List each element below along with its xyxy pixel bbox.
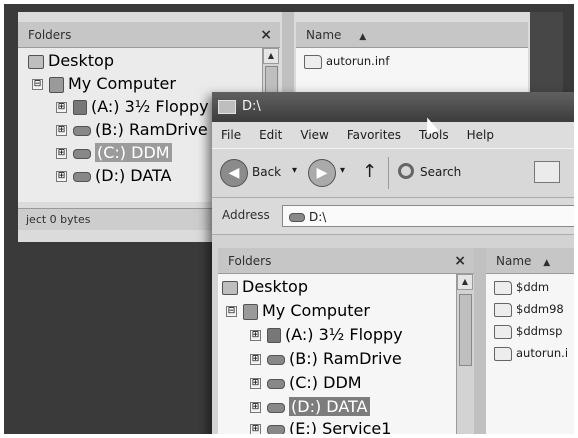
scroll-up-icon[interactable]: ▲ bbox=[263, 48, 279, 64]
expand-icon[interactable]: ⊞ bbox=[250, 378, 261, 389]
hard-drive-icon bbox=[267, 424, 285, 435]
expand-icon[interactable]: ⊞ bbox=[56, 125, 67, 136]
expand-icon[interactable]: ⊞ bbox=[250, 354, 261, 365]
folders-pane-header: Folders × bbox=[18, 22, 280, 48]
tree-item-d-drive[interactable]: ⊞ (D:) DATA bbox=[56, 167, 172, 185]
expand-icon[interactable]: ⊞ bbox=[56, 148, 67, 159]
folders-pane-title: Folders bbox=[228, 254, 272, 268]
menu-file[interactable]: File bbox=[212, 122, 250, 148]
selected-item-label: (D:) DATA bbox=[289, 397, 370, 416]
folder-icon bbox=[494, 302, 512, 317]
folders-scrollbar[interactable]: ▲ bbox=[456, 274, 473, 438]
menu-bar: File Edit View Favorites Tools Help bbox=[212, 122, 578, 148]
address-input[interactable]: D:\ bbox=[282, 205, 578, 227]
folders-pane-title: Folders bbox=[28, 28, 72, 42]
foreground-explorer-window: D:\ File Edit View Favorites Tools Help ◀ Bac… bbox=[212, 92, 578, 438]
window-title: D:\ bbox=[242, 99, 261, 114]
toolbar: ◀ Back ▾ ▶ ▾ ↑ Search bbox=[212, 148, 578, 198]
tree-item-desktop[interactable]: Desktop bbox=[222, 278, 308, 296]
tree-item-my-computer[interactable]: ⊟ My Computer bbox=[32, 75, 176, 93]
up-folder-icon[interactable]: ↑ bbox=[362, 161, 377, 182]
tree-item-c-drive[interactable]: ⊞ (C:) DDM bbox=[250, 374, 362, 392]
forward-dropdown-icon[interactable]: ▾ bbox=[340, 165, 345, 176]
name-column-label: Name bbox=[496, 254, 532, 268]
file-item-ddm98[interactable]: $ddm98 bbox=[494, 300, 564, 318]
file-list: $ddm $ddm98 $ddmsp autorun.i bbox=[486, 274, 578, 438]
file-icon bbox=[494, 346, 512, 361]
address-bar: Address D:\ bbox=[212, 198, 578, 235]
tree-item-e-drive[interactable]: ⊞ (E:) Service1 bbox=[250, 420, 391, 438]
hard-drive-icon bbox=[267, 402, 285, 413]
tree-item-d-drive[interactable]: ⊞ (D:) DATA bbox=[250, 397, 370, 416]
tree-item-ramdrive[interactable]: ⊞ (B:) RamDrive bbox=[250, 350, 402, 368]
folder-icon bbox=[494, 324, 512, 339]
file-item-ddmsp[interactable]: $ddmsp bbox=[494, 322, 562, 340]
hard-drive-icon bbox=[73, 125, 91, 136]
name-column-label: Name bbox=[306, 28, 342, 42]
tree-item-c-drive[interactable]: ⊞ (C:) DDM bbox=[56, 143, 172, 162]
pane-splitter[interactable] bbox=[474, 248, 486, 438]
folders-tree: Desktop ⊟ My Computer ⊞ (A:) 3½ Floppy ⊞ (B… bbox=[218, 274, 456, 438]
expand-icon[interactable]: ⊞ bbox=[250, 424, 261, 435]
desktop-icon bbox=[222, 280, 238, 295]
file-item-autorun[interactable]: autorun.inf bbox=[304, 52, 389, 70]
file-icon bbox=[304, 54, 322, 69]
file-item-ddm[interactable]: $ddm bbox=[494, 278, 549, 296]
tree-item-desktop[interactable]: Desktop bbox=[28, 52, 114, 70]
back-dropdown-icon[interactable]: ▾ bbox=[292, 165, 297, 176]
menu-favorites[interactable]: Favorites bbox=[338, 122, 410, 148]
status-text: ject 0 bytes bbox=[26, 213, 91, 226]
folders-pane-header: Folders × bbox=[218, 248, 474, 274]
back-icon[interactable]: ◀ bbox=[220, 159, 248, 187]
search-button-label[interactable]: Search bbox=[420, 165, 461, 179]
toolbar-separator bbox=[388, 157, 389, 189]
folders-pane-close-button[interactable]: × bbox=[260, 22, 272, 48]
search-icon[interactable] bbox=[398, 163, 414, 179]
hard-drive-icon bbox=[73, 171, 91, 182]
computer-icon bbox=[243, 303, 258, 320]
floppy-drive-icon bbox=[267, 328, 281, 343]
hard-drive-icon bbox=[267, 354, 285, 365]
hard-drive-icon bbox=[289, 213, 305, 222]
menu-help[interactable]: Help bbox=[458, 122, 503, 148]
title-bar[interactable]: D:\ bbox=[212, 92, 578, 122]
collapse-icon[interactable]: ⊟ bbox=[226, 306, 237, 317]
expand-icon[interactable]: ⊞ bbox=[56, 102, 67, 113]
folders-toggle-icon[interactable] bbox=[534, 161, 560, 183]
file-item-autorun[interactable]: autorun.i bbox=[494, 344, 568, 362]
forward-icon[interactable]: ▶ bbox=[308, 159, 336, 187]
folders-pane-close-button[interactable]: × bbox=[454, 248, 466, 274]
tree-item-floppy[interactable]: ⊞ (A:) 3½ Floppy bbox=[56, 98, 209, 116]
tree-item-my-computer[interactable]: ⊟ My Computer bbox=[226, 302, 370, 320]
menu-edit[interactable]: Edit bbox=[250, 122, 291, 148]
tree-item-ramdrive[interactable]: ⊞ (B:) RamDrive bbox=[56, 121, 208, 139]
expand-icon[interactable]: ⊞ bbox=[56, 171, 67, 182]
collapse-icon[interactable]: ⊟ bbox=[32, 79, 43, 90]
desktop-icon bbox=[28, 54, 44, 69]
back-button-label[interactable]: Back bbox=[252, 165, 281, 179]
sort-icon: ▲ bbox=[543, 258, 551, 268]
files-column-header[interactable]: Name ▲ bbox=[296, 22, 528, 48]
hard-drive-icon bbox=[267, 378, 285, 389]
computer-icon bbox=[49, 76, 64, 93]
tree-item-floppy[interactable]: ⊞ (A:) 3½ Floppy bbox=[250, 326, 403, 344]
expand-icon[interactable]: ⊞ bbox=[250, 402, 261, 413]
menu-view[interactable]: View bbox=[291, 122, 337, 148]
folder-icon bbox=[494, 280, 512, 295]
sort-icon: ▲ bbox=[359, 32, 367, 42]
address-label: Address bbox=[222, 208, 270, 222]
floppy-drive-icon bbox=[73, 100, 87, 115]
scroll-up-icon[interactable]: ▲ bbox=[457, 274, 473, 290]
folder-icon bbox=[218, 99, 236, 114]
expand-icon[interactable]: ⊞ bbox=[250, 330, 261, 341]
scrollbar-thumb[interactable] bbox=[459, 294, 472, 366]
files-column-header[interactable]: Name ▲ bbox=[486, 248, 578, 274]
hard-drive-icon bbox=[73, 148, 91, 159]
